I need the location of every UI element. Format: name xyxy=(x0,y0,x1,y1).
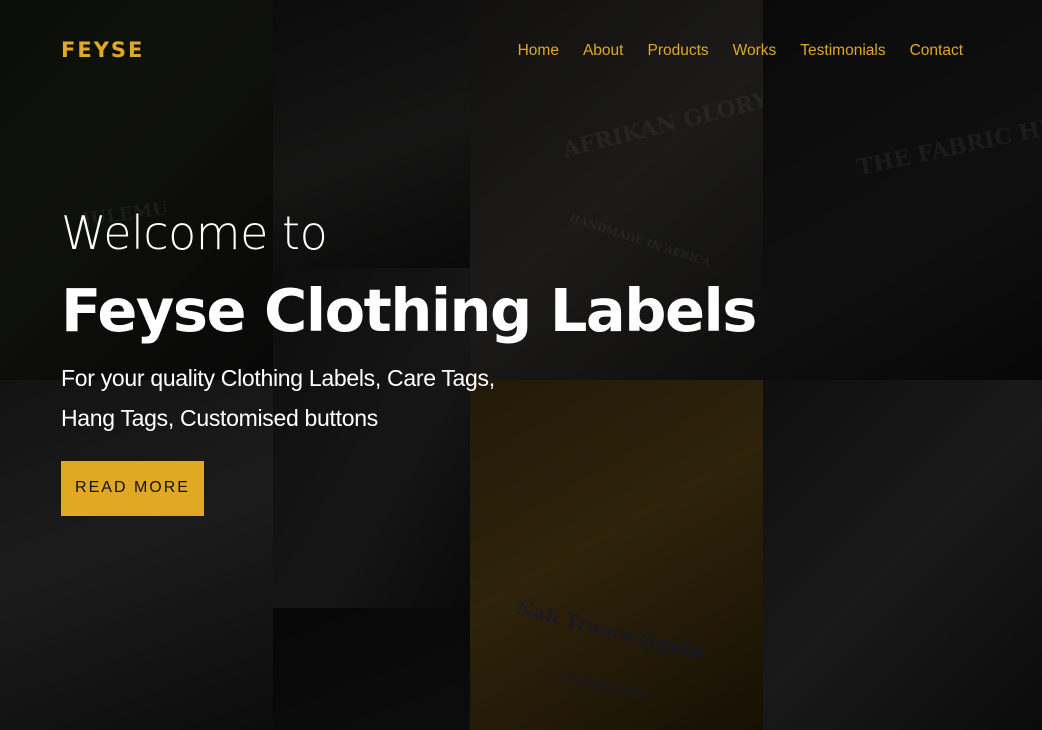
read-more-button[interactable]: READ MORE xyxy=(61,460,204,516)
hero-subtitle-line: Hang Tags, Customised buttons xyxy=(61,404,378,431)
nav-link-products[interactable]: Products xyxy=(647,42,708,60)
nav-link-home[interactable]: Home xyxy=(518,42,559,60)
nav-link-works[interactable]: Works xyxy=(733,42,777,60)
hero-content: Welcome to Feyse Clothing Labels For you… xyxy=(61,206,757,516)
nav-link-testimonials[interactable]: Testimonials xyxy=(800,42,885,60)
hero-subtitle-line: For your quality Clothing Labels, Care T… xyxy=(61,364,495,391)
nav-menu: Home About Products Works Testimonials C… xyxy=(518,42,963,60)
nav-link-about[interactable]: About xyxy=(583,42,624,60)
navbar: FEYSE Home About Products Works Testimon… xyxy=(0,0,1042,104)
logo[interactable]: FEYSE xyxy=(61,38,144,62)
hero-headline: Feyse Clothing Labels xyxy=(61,276,757,345)
hero-section: JULEMU AFRIKAN GLORY HANDMADE IN AFRICA … xyxy=(0,0,1042,730)
hero-subtitle: For your quality Clothing Labels, Care T… xyxy=(61,358,756,438)
nav-link-contact[interactable]: Contact xyxy=(910,42,963,60)
welcome-text: Welcome to xyxy=(61,206,328,260)
